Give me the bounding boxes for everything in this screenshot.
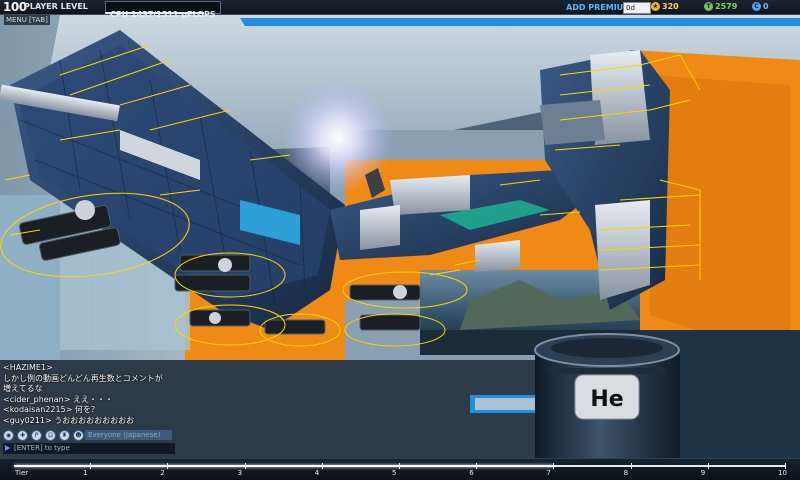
tech-points-counter: T 2579	[704, 2, 737, 12]
premium-days: 0d	[623, 2, 651, 14]
cosmetic-credits-value: 0	[763, 2, 769, 11]
tier-tick-label: 5	[392, 469, 397, 477]
robits-counter: ★ 320	[651, 2, 679, 12]
tier-tick-label: 9	[700, 469, 706, 477]
chat-channel-field[interactable]: Everyone (Japanese)	[85, 430, 172, 440]
tier-tick	[630, 463, 632, 469]
tier-tick-label: 3	[237, 469, 243, 477]
clan-channel-icon[interactable]: ♜	[59, 430, 70, 441]
helium-label: He	[590, 387, 623, 412]
tier-tick	[707, 463, 709, 469]
cosmetic-credits-icon: C	[752, 2, 761, 11]
player-level-label: PLAYER LEVEL	[24, 2, 88, 11]
tier-tick	[321, 463, 323, 469]
tier-tick-label: 7	[546, 469, 551, 477]
tier-tick	[244, 463, 246, 469]
chat-arrow-icon	[5, 445, 10, 451]
friend-channel-icon[interactable]: ☺	[45, 430, 56, 441]
global-channel-icon[interactable]: ◉	[3, 430, 14, 441]
tier-tick-label: 4	[314, 469, 320, 477]
chat-line: <HAZIME1>	[3, 363, 53, 372]
tier-progress-bar: Tier 1 2 3 4 5 6 7 8 9 10	[0, 458, 800, 480]
tier-tick	[399, 463, 400, 469]
robits-value: 320	[662, 2, 679, 11]
tier-tick-label: 2	[160, 469, 165, 477]
tech-points-icon: T	[704, 2, 713, 11]
team-channel-icon[interactable]: ✚	[17, 430, 28, 441]
tier-tick	[167, 463, 169, 469]
chat-log: <HAZIME1> しかし例の動画どんどん再生数とコメントが 増えてるな <ci…	[3, 363, 175, 426]
party-channel-icon[interactable]: P	[31, 430, 42, 441]
chat-channel-icons: ◉ ✚ P ☺ ♜ ☻	[3, 430, 84, 441]
menu-tab-button[interactable]: MENU [TAB]	[4, 15, 50, 25]
chat-line: <guy0211> うおおおおおおおおお	[3, 415, 135, 425]
whisper-channel-icon[interactable]: ☻	[73, 430, 84, 441]
chat-line: しかし例の動画どんどん再生数とコメントが	[3, 373, 163, 383]
tier-tick-label: 8	[623, 469, 629, 477]
chat-input-hint: [ENTER] to type	[14, 444, 70, 452]
cpu-usage-bar	[105, 12, 204, 14]
robits-icon: ★	[651, 2, 660, 11]
chat-line: <kodaisan2215> 何を？	[3, 405, 99, 414]
cosmetic-credits-counter: C0	[752, 2, 769, 12]
tier-tick-label: 1	[83, 469, 88, 477]
tier-fill	[14, 465, 554, 467]
tech-points-value: 2579	[715, 2, 738, 11]
chat-line: 増えてるな	[3, 384, 43, 393]
chat-input[interactable]: [ENTER] to type	[3, 443, 175, 454]
tier-tick	[90, 463, 92, 469]
tier-tick-label: 6	[469, 469, 474, 477]
tier-tick	[476, 463, 478, 469]
tier-label: Tier	[15, 469, 29, 477]
tier-tick-label: 10	[778, 469, 787, 477]
tier-tick	[553, 463, 555, 469]
chat-line: <cider_phenan> ええ・・・	[3, 394, 113, 404]
